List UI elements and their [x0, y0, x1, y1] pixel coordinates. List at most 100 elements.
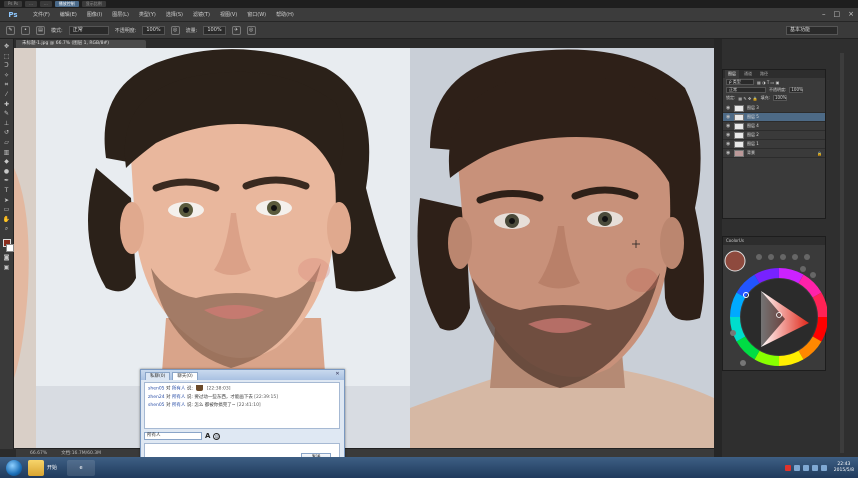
- layer-opacity-input[interactable]: 100%: [789, 87, 804, 93]
- eraser-tool-icon[interactable]: ▱: [2, 139, 12, 147]
- explorer-task-icon[interactable]: [28, 459, 44, 476]
- font-format-icon[interactable]: A: [205, 432, 210, 440]
- preset-dot[interactable]: [780, 254, 786, 260]
- shape-tool-icon[interactable]: ▭: [2, 206, 12, 214]
- tab-private-chat[interactable]: 私聊(0): [145, 372, 171, 380]
- current-color-swatch[interactable]: [724, 250, 746, 272]
- menu-file[interactable]: 文件(F): [28, 8, 55, 22]
- layer-filter-select[interactable]: ρ 类型: [726, 79, 754, 85]
- recipient-select[interactable]: 所有人: [144, 432, 202, 440]
- wheel-option-dot[interactable]: [730, 330, 736, 336]
- chat-messages[interactable]: shen05 对 所有人 说: [22:38:03] zhen24 对 所有人 …: [144, 382, 340, 429]
- menu-edit[interactable]: 编辑(E): [55, 8, 82, 22]
- close-button[interactable]: ×: [848, 10, 854, 19]
- pressure-size-icon[interactable]: ◎: [246, 25, 256, 35]
- titlebar-tab-2[interactable]: ...: [25, 1, 37, 7]
- airbrush-icon[interactable]: ✈: [231, 25, 241, 35]
- visibility-eye-icon[interactable]: ◉: [726, 114, 731, 120]
- fill-input[interactable]: 100%: [773, 95, 787, 101]
- layer-row-2[interactable]: ◉ 图层 2: [723, 131, 825, 140]
- chat-close-icon[interactable]: ✕: [334, 371, 341, 378]
- msg-user[interactable]: shen05: [148, 387, 165, 392]
- input-method-icon[interactable]: [784, 464, 791, 471]
- layer-row-background[interactable]: ◉ 背景 🔒: [723, 149, 825, 158]
- preset-dot[interactable]: [804, 254, 810, 260]
- pen-tool-icon[interactable]: ✒: [2, 177, 12, 185]
- clock[interactable]: 22:43 2015/5/8: [834, 462, 854, 474]
- lasso-tool-icon[interactable]: ᑐ: [2, 62, 12, 70]
- document-tab[interactable]: 未标题-1.jpg @ 66.7% (图层 1, RGB/8#): [16, 40, 146, 48]
- msg-to[interactable]: 所有人: [172, 387, 186, 392]
- zoom-level[interactable]: 66.67%: [30, 449, 47, 457]
- titlebar-tab-1[interactable]: Ps Ps: [4, 1, 23, 7]
- pressure-opacity-icon[interactable]: ◎: [170, 25, 180, 35]
- healing-tool-icon[interactable]: ✚: [2, 101, 12, 109]
- eyedropper-tool-icon[interactable]: ⁄: [2, 91, 12, 99]
- preset-dot[interactable]: [800, 266, 806, 272]
- workspace-select[interactable]: 基本功能: [786, 26, 838, 35]
- tray-icon[interactable]: [802, 464, 809, 471]
- preset-dot[interactable]: [810, 272, 816, 278]
- blur-tool-icon[interactable]: ◆: [2, 158, 12, 166]
- background-color-swatch[interactable]: [5, 244, 14, 253]
- gradient-tool-icon[interactable]: ▥: [2, 149, 12, 157]
- minimize-button[interactable]: –: [822, 10, 826, 19]
- menu-window[interactable]: 窗口(W): [242, 8, 271, 22]
- brush-panel-icon[interactable]: ▤: [36, 25, 45, 35]
- canvas-area[interactable]: [14, 48, 714, 448]
- type-tool-icon[interactable]: T: [2, 187, 12, 195]
- msg-user[interactable]: zhen24: [148, 395, 165, 400]
- panel-scrollbar[interactable]: [840, 53, 844, 453]
- menu-type[interactable]: 类型(Y): [134, 8, 161, 22]
- wheel-option-dot[interactable]: [740, 360, 746, 366]
- preset-dot[interactable]: [756, 254, 762, 260]
- menu-help[interactable]: 帮助(H): [271, 8, 299, 22]
- layer-row-4[interactable]: ◉ 图层 4: [723, 122, 825, 131]
- visibility-eye-icon[interactable]: ◉: [726, 141, 731, 147]
- color-wheel[interactable]: [723, 245, 828, 371]
- screen-mode-icon[interactable]: ▣: [2, 264, 12, 272]
- emoji-picker-icon[interactable]: ☺: [213, 432, 221, 440]
- titlebar-tab-3[interactable]: ...: [39, 1, 52, 7]
- msg-user[interactable]: shen05: [148, 403, 165, 408]
- ie-task-icon[interactable]: e: [67, 459, 96, 476]
- brush-preset-icon[interactable]: ✎: [6, 25, 15, 35]
- titlebar-tab-playback[interactable]: 播放控制: [54, 1, 79, 7]
- msg-to[interactable]: 所有人: [172, 395, 186, 400]
- brush-tool-icon[interactable]: ✎: [2, 110, 12, 118]
- history-brush-icon[interactable]: ↺: [2, 129, 12, 137]
- visibility-eye-icon[interactable]: ◉: [726, 132, 731, 138]
- menu-filter[interactable]: 滤镜(T): [188, 8, 215, 22]
- msg-to[interactable]: 所有人: [172, 403, 186, 408]
- start-button[interactable]: [6, 459, 22, 476]
- preset-dot[interactable]: [768, 254, 774, 260]
- move-tool-icon[interactable]: ✥: [2, 43, 12, 51]
- menu-view[interactable]: 视图(V): [215, 8, 242, 22]
- maximize-button[interactable]: □: [834, 10, 841, 19]
- menu-image[interactable]: 图像(I): [82, 8, 107, 22]
- painting-canvas[interactable]: [410, 48, 714, 448]
- volume-icon[interactable]: [820, 464, 827, 471]
- stamp-tool-icon[interactable]: ⊥: [2, 120, 12, 128]
- tray-icon[interactable]: [793, 464, 800, 471]
- preset-dot[interactable]: [792, 254, 798, 260]
- tab-layers[interactable]: 图层: [725, 70, 739, 78]
- visibility-eye-icon[interactable]: ◉: [726, 150, 731, 156]
- tab-channels[interactable]: 通道: [741, 70, 755, 78]
- titlebar-tab-zoom[interactable]: 显示比例: [81, 1, 106, 7]
- path-select-tool-icon[interactable]: ➤: [2, 197, 12, 205]
- network-icon[interactable]: [811, 464, 818, 471]
- mode-select[interactable]: 正常: [68, 25, 109, 35]
- blend-mode-select[interactable]: 正常: [726, 87, 766, 93]
- menu-layer[interactable]: 图层(L): [107, 8, 134, 22]
- brush-size-icon[interactable]: •: [21, 25, 30, 35]
- hand-tool-icon[interactable]: ✋: [2, 216, 12, 224]
- visibility-eye-icon[interactable]: ◉: [726, 123, 731, 129]
- visibility-eye-icon[interactable]: ◉: [726, 105, 731, 111]
- tab-paths[interactable]: 路径: [757, 70, 771, 78]
- opacity-input[interactable]: 100%: [142, 25, 165, 35]
- flow-input[interactable]: 100%: [203, 25, 226, 35]
- layer-row-3[interactable]: ◉ 图层 3: [723, 104, 825, 113]
- marquee-tool-icon[interactable]: ⬚: [2, 53, 12, 61]
- quick-mask-icon[interactable]: ◙: [2, 254, 12, 262]
